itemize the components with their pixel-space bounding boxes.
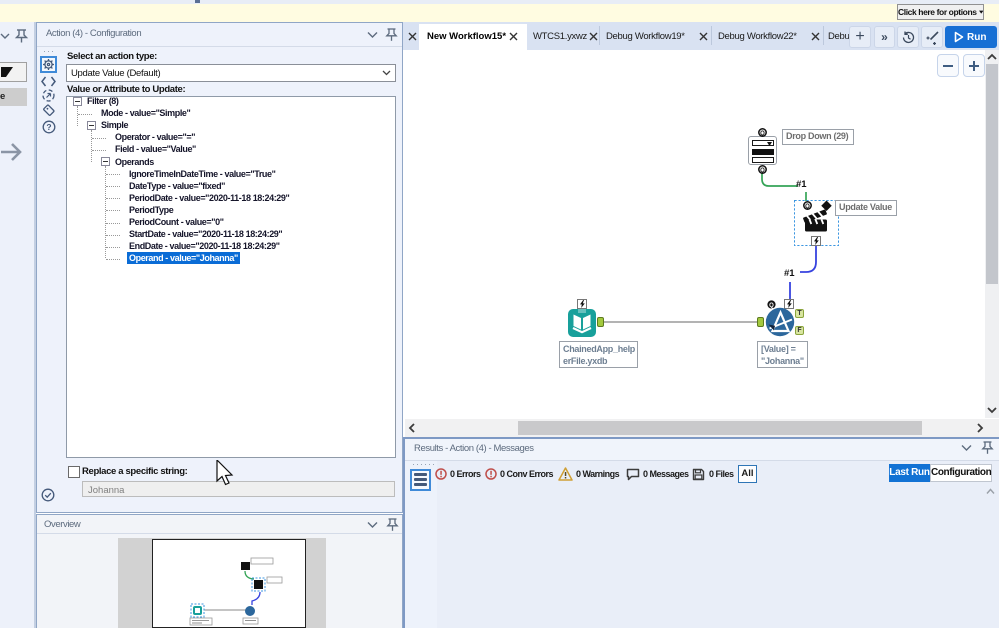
svg-text:Q: Q [760,131,765,137]
svg-text:?: ? [46,122,51,132]
svg-text:Q: Q [760,167,765,173]
